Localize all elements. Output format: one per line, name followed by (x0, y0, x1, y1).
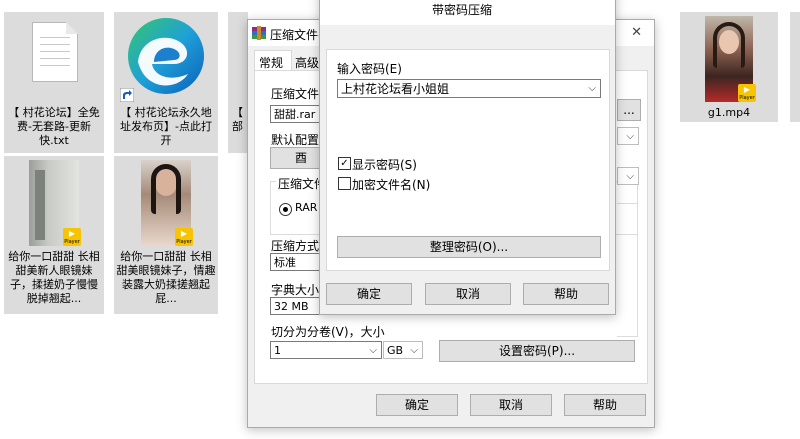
desktop-icon-caption: 给你一口甜甜 长相甜美眼镜妹子，情趣装露大奶揉搓翘起屁... (116, 250, 216, 305)
options-group (617, 203, 638, 337)
winrar-icon (252, 26, 266, 40)
close-icon[interactable]: ✕ (631, 25, 642, 40)
dict-label: 字典大小 (271, 283, 320, 297)
player-badge-icon: ▶ Player (63, 228, 81, 246)
password-help-button[interactable]: 帮助 (523, 283, 609, 305)
split-label: 切分为分卷(V)，大小 (271, 325, 385, 339)
chevron-down-icon: ⌵ (626, 131, 634, 142)
split-size-input[interactable]: 1 ⌵ (270, 341, 382, 359)
chevron-down-icon: ⌵ (626, 171, 634, 182)
desktop-icon-caption: 给你一口甜甜 长相甜美新人眼镜妹子，揉搓奶子慢慢脱掉翘起... (8, 250, 100, 305)
desktop-icon-partial[interactable]: 【 部 (228, 12, 248, 153)
desktop-icon-caption: g1.mp4 (707, 106, 751, 119)
desktop-icon-video-2[interactable]: ▶ Player 给你一口甜甜 长相甜美眼镜妹子，情趣装露大奶揉搓翘起屁... (114, 156, 218, 314)
desktop-icon-partial-right (790, 12, 800, 122)
method-label: 压缩方式 (271, 239, 320, 253)
default-profile-label: 默认配置 (271, 133, 320, 147)
password-panel: 输入密码(E) 上村花论坛看小姐姐 ⌵ ✓ 显示密码(S) 加密文件名(N) 整… (326, 49, 610, 271)
desktop-icon-caption: 【 村花论坛永久地址发布页】-点此打开 (120, 106, 212, 147)
update-mode-select[interactable]: ⌵ (617, 127, 639, 145)
enter-password-label: 输入密码(E) (337, 62, 402, 76)
encrypt-filenames-checkbox[interactable] (338, 177, 351, 190)
format-rar-radio[interactable] (279, 203, 292, 216)
split-unit-select[interactable]: GB ⌵ (383, 341, 423, 359)
partial-caption: 【 部 (232, 106, 243, 133)
archive-cancel-button[interactable]: 取消 (470, 394, 552, 416)
password-cancel-button[interactable]: 取消 (425, 283, 511, 305)
desktop-icon-video-g1[interactable]: ▶ Player g1.mp4 (680, 12, 778, 122)
archive-help-button[interactable]: 帮助 (564, 394, 646, 416)
desktop-icon-caption: 【 村花论坛】全免费-无套路-更新快.txt (8, 106, 100, 147)
password-dialog: 带密码压缩 输入密码(E) 上村花论坛看小姐姐 ⌵ ✓ 显示密码(S) 加密文件… (319, 0, 616, 315)
text-file-icon (32, 22, 78, 82)
tab-general[interactable]: 常规 (254, 50, 292, 71)
browse-button[interactable]: ... (617, 99, 641, 121)
password-input[interactable]: 上村花论坛看小姐姐 ⌵ (337, 79, 601, 98)
archive-ok-button[interactable]: 确定 (376, 394, 458, 416)
player-badge-icon: ▶ Player (738, 84, 756, 102)
options-select[interactable]: ⌵ (617, 167, 639, 185)
desktop-icon-edge-shortcut[interactable]: 【 村花论坛永久地址发布页】-点此打开 (114, 12, 218, 153)
show-password-checkbox[interactable]: ✓ (338, 157, 351, 170)
chevron-down-icon: ⌵ (410, 345, 418, 356)
organize-passwords-button[interactable]: 整理密码(O)... (337, 236, 601, 258)
desktop-icon-txt[interactable]: 【 村花论坛】全免费-无套路-更新快.txt (4, 12, 104, 153)
edge-browser-icon (128, 18, 204, 94)
password-dialog-titlebar[interactable]: 带密码压缩 (320, 0, 615, 25)
password-dialog-title: 带密码压缩 (432, 3, 493, 17)
chevron-down-icon: ⌵ (369, 345, 377, 356)
shortcut-arrow-icon (120, 88, 134, 102)
chevron-down-icon: ⌵ (588, 83, 596, 94)
format-rar-label: RAR (295, 201, 318, 214)
password-ok-button[interactable]: 确定 (326, 283, 412, 305)
show-password-label: 显示密码(S) (352, 158, 417, 172)
desktop-icon-video-1[interactable]: ▶ Player 给你一口甜甜 长相甜美新人眼镜妹子，揉搓奶子慢慢脱掉翘起... (4, 156, 104, 314)
player-badge-icon: ▶ Player (175, 228, 193, 246)
encrypt-filenames-label: 加密文件名(N) (352, 178, 431, 192)
set-password-button[interactable]: 设置密码(P)... (439, 340, 635, 362)
